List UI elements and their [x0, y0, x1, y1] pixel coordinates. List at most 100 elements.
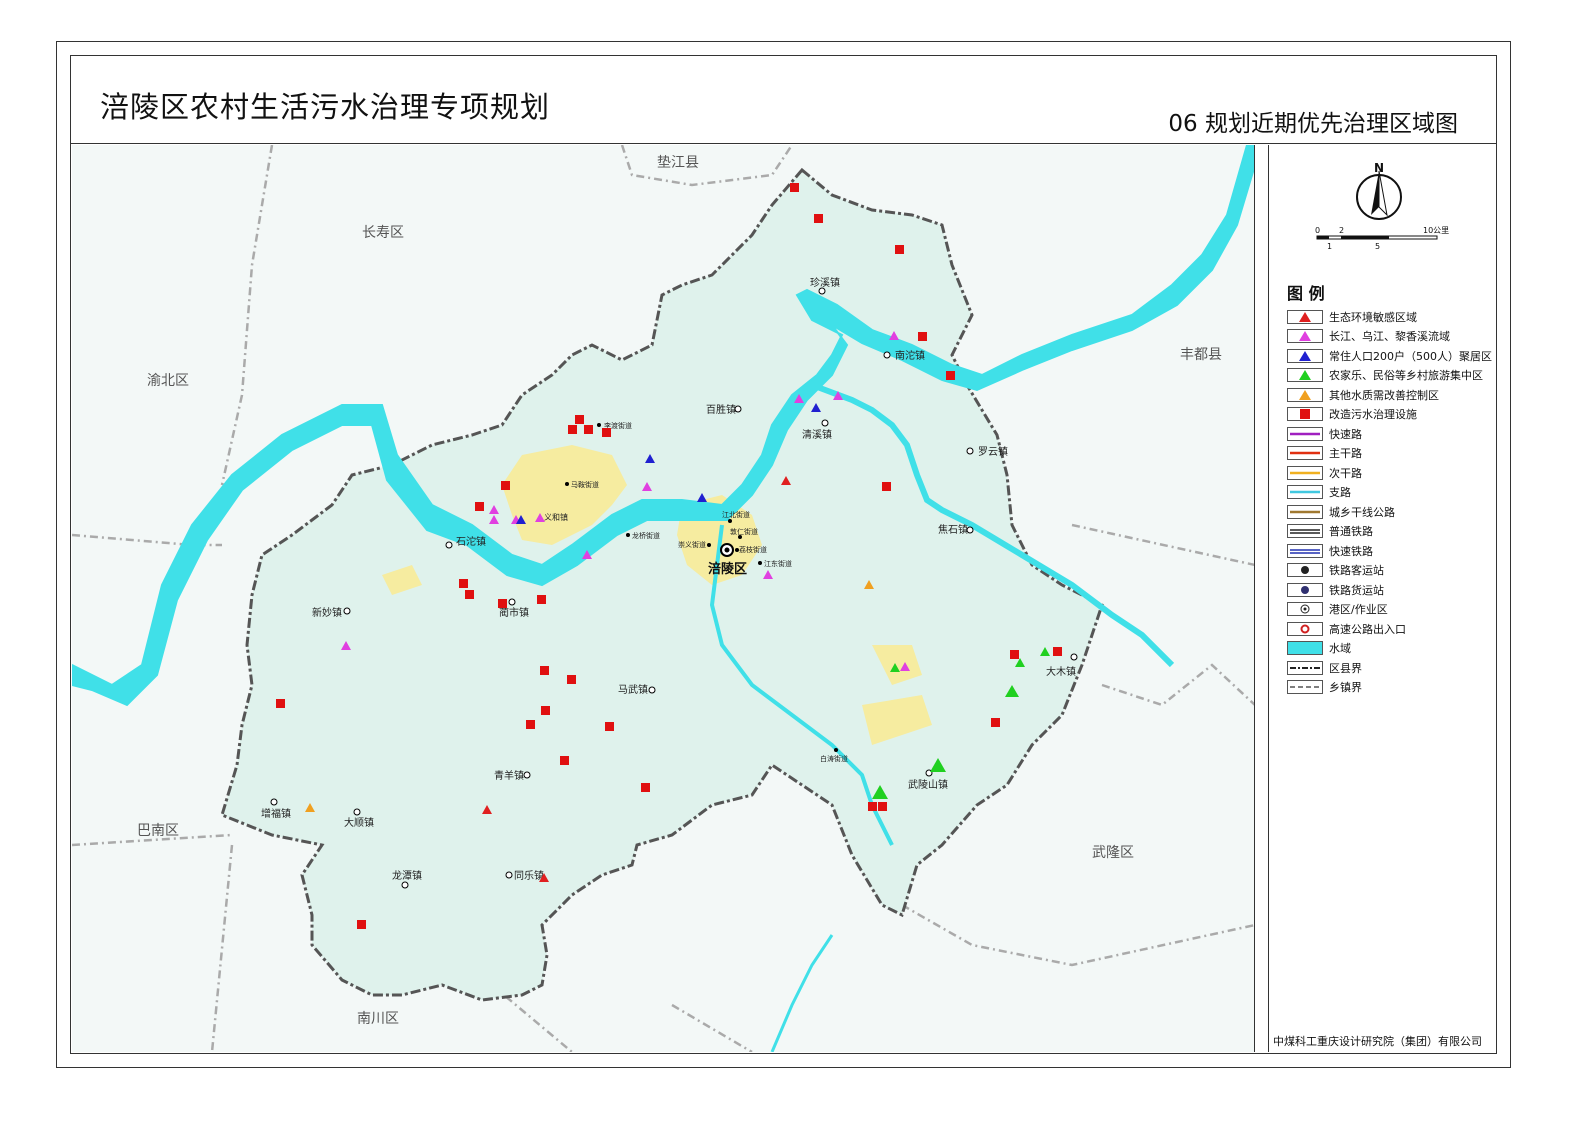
legend-item: 城乡干线公路	[1287, 502, 1492, 522]
svg-text:新妙镇: 新妙镇	[312, 606, 342, 619]
legend-label: 次干路	[1329, 466, 1362, 480]
svg-text:清溪镇: 清溪镇	[802, 428, 832, 441]
header-divider	[70, 143, 1497, 144]
town-yihe: 义和镇	[544, 512, 568, 522]
legend-item: 普通铁路	[1287, 522, 1492, 542]
legend-label: 支路	[1329, 486, 1351, 500]
legend-swatch	[1287, 426, 1323, 441]
legend-item: 乡镇界	[1287, 678, 1492, 698]
legend-item: 支路	[1287, 483, 1492, 503]
legend-swatch	[1287, 446, 1323, 461]
label-dianjiang: 垫江县	[657, 155, 699, 171]
scale-bar: 0 2 10公里 1 5	[1315, 226, 1449, 251]
legend-label: 港区/作业区	[1329, 603, 1388, 617]
svg-text:大顺镇: 大顺镇	[344, 816, 374, 829]
label-banan: 巴南区	[137, 823, 179, 839]
legend-item: 快速路	[1287, 424, 1492, 444]
svg-text:龙潭镇: 龙潭镇	[392, 869, 422, 882]
legend-item: 区县界	[1287, 658, 1492, 678]
legend-item: 常住人口200户（500人）聚居区	[1287, 346, 1492, 366]
legend-swatch	[1287, 309, 1323, 324]
svg-text:百胜镇: 百胜镇	[706, 403, 736, 416]
legend-swatch	[1287, 543, 1323, 558]
legend-item: 快速铁路	[1287, 541, 1492, 561]
legend-item: 高速公路出入口	[1287, 619, 1492, 639]
legend-label: 铁路客运站	[1329, 564, 1384, 578]
legend-item: 主干路	[1287, 444, 1492, 464]
legend-swatch	[1287, 680, 1323, 695]
svg-text:江北街道: 江北街道	[722, 510, 750, 519]
label-fengdu: 丰都县	[1180, 347, 1222, 363]
legend-label: 农家乐、民俗等乡村旅游集中区	[1329, 369, 1483, 383]
legend-label: 水域	[1329, 642, 1351, 656]
svg-text:0: 0	[1315, 226, 1320, 235]
legend-item: 农家乐、民俗等乡村旅游集中区	[1287, 366, 1492, 386]
legend-swatch	[1287, 524, 1323, 539]
legend-list: 生态环境敏感区域长江、乌江、黎香溪流域常住人口200户（500人）聚居区 农家乐、…	[1287, 307, 1492, 697]
legend-swatch	[1287, 660, 1323, 675]
legend-label: 生态环境敏感区域	[1329, 310, 1417, 324]
legend-label: 乡镇界	[1329, 681, 1362, 695]
svg-text:南沱镇: 南沱镇	[895, 349, 925, 362]
legend-label: 快速路	[1329, 427, 1362, 441]
svg-text:10公里: 10公里	[1423, 226, 1449, 235]
north-arrow: N	[1356, 161, 1402, 220]
legend-swatch	[1287, 368, 1323, 383]
svg-text:大木镇: 大木镇	[1046, 665, 1076, 678]
svg-text:白涛街道: 白涛街道	[820, 754, 848, 763]
svg-text:1: 1	[1327, 242, 1332, 251]
svg-text:崇义街道: 崇义街道	[678, 540, 706, 549]
company-credit: 中煤科工重庆设计研究院（集团）有限公司	[1273, 1035, 1482, 1048]
legend-label: 改造污水治理设施	[1329, 408, 1417, 422]
legend-label: 城乡干线公路	[1329, 505, 1395, 519]
map-title: 涪陵区农村生活污水治理专项规划	[100, 90, 551, 124]
legend-label: 快速铁路	[1329, 544, 1373, 558]
svg-text:义和镇: 义和镇	[544, 512, 568, 522]
label-yubei: 渝北区	[147, 373, 189, 389]
legend-item: 铁路货运站	[1287, 580, 1492, 600]
svg-text:珍溪镇: 珍溪镇	[810, 276, 840, 289]
legend-swatch	[1287, 621, 1323, 636]
legend-label: 高速公路出入口	[1329, 622, 1406, 636]
svg-text:5: 5	[1375, 242, 1380, 251]
legend-item: 水域	[1287, 639, 1492, 659]
svg-text:武陵山镇: 武陵山镇	[908, 778, 948, 791]
map-subtitle: 06 规划近期优先治理区域图	[1168, 111, 1458, 137]
svg-text:马鞍街道: 马鞍街道	[571, 480, 599, 489]
town-jiaoshi: 焦石镇	[938, 523, 974, 536]
svg-text:焦石镇: 焦石镇	[938, 523, 968, 536]
legend-label: 其他水质需改善控制区	[1329, 388, 1439, 402]
town-longqiao: 龙桥街道	[626, 531, 660, 540]
compass-scale: N 0 2 10公里 1 5	[1315, 161, 1449, 251]
legend-item: 次干路	[1287, 463, 1492, 483]
svg-text:青羊镇: 青羊镇	[494, 769, 524, 782]
svg-text:江东街道: 江东街道	[764, 559, 792, 568]
legend-swatch	[1287, 641, 1323, 656]
legend-item: 其他水质需改善控制区	[1287, 385, 1492, 405]
svg-text:涪陵区: 涪陵区	[708, 561, 747, 577]
legend-item: 港区/作业区	[1287, 600, 1492, 620]
svg-text:罗云镇: 罗云镇	[978, 445, 1008, 458]
legend-title: 图 例	[1287, 284, 1325, 303]
legend-swatch	[1287, 504, 1323, 519]
legend-swatch	[1287, 407, 1323, 422]
legend-swatch	[1287, 329, 1323, 344]
legend-item: 铁路客运站	[1287, 561, 1492, 581]
legend-label: 主干路	[1329, 447, 1362, 461]
legend-label: 常住人口200户（500人）聚居区	[1329, 349, 1492, 363]
legend-label: 区县界	[1329, 661, 1362, 675]
svg-text:马武镇: 马武镇	[618, 683, 648, 696]
town-lizhi: 荔枝街道	[735, 545, 767, 554]
label-changshou: 长寿区	[362, 224, 404, 241]
svg-text:荔枝街道: 荔枝街道	[739, 545, 767, 554]
legend-item: 改造污水治理设施	[1287, 405, 1492, 425]
town-baisheng: 百胜镇	[706, 403, 742, 416]
label-wulong: 武隆区	[1092, 845, 1134, 861]
legend-swatch	[1287, 387, 1323, 402]
map-canvas: 垫江县 长寿区 渝北区 丰都县 巴南区 武隆区 南川区 涪陵区 珍溪镇 南沱镇 …	[72, 145, 1254, 1052]
legend-item: 长江、乌江、黎香溪流域	[1287, 327, 1492, 347]
legend-swatch	[1287, 485, 1323, 500]
map-panel[interactable]: 垫江县 长寿区 渝北区 丰都县 巴南区 武隆区 南川区 涪陵区 珍溪镇 南沱镇 …	[72, 145, 1255, 1052]
legend-swatch	[1287, 563, 1323, 578]
svg-text:N: N	[1374, 161, 1384, 175]
